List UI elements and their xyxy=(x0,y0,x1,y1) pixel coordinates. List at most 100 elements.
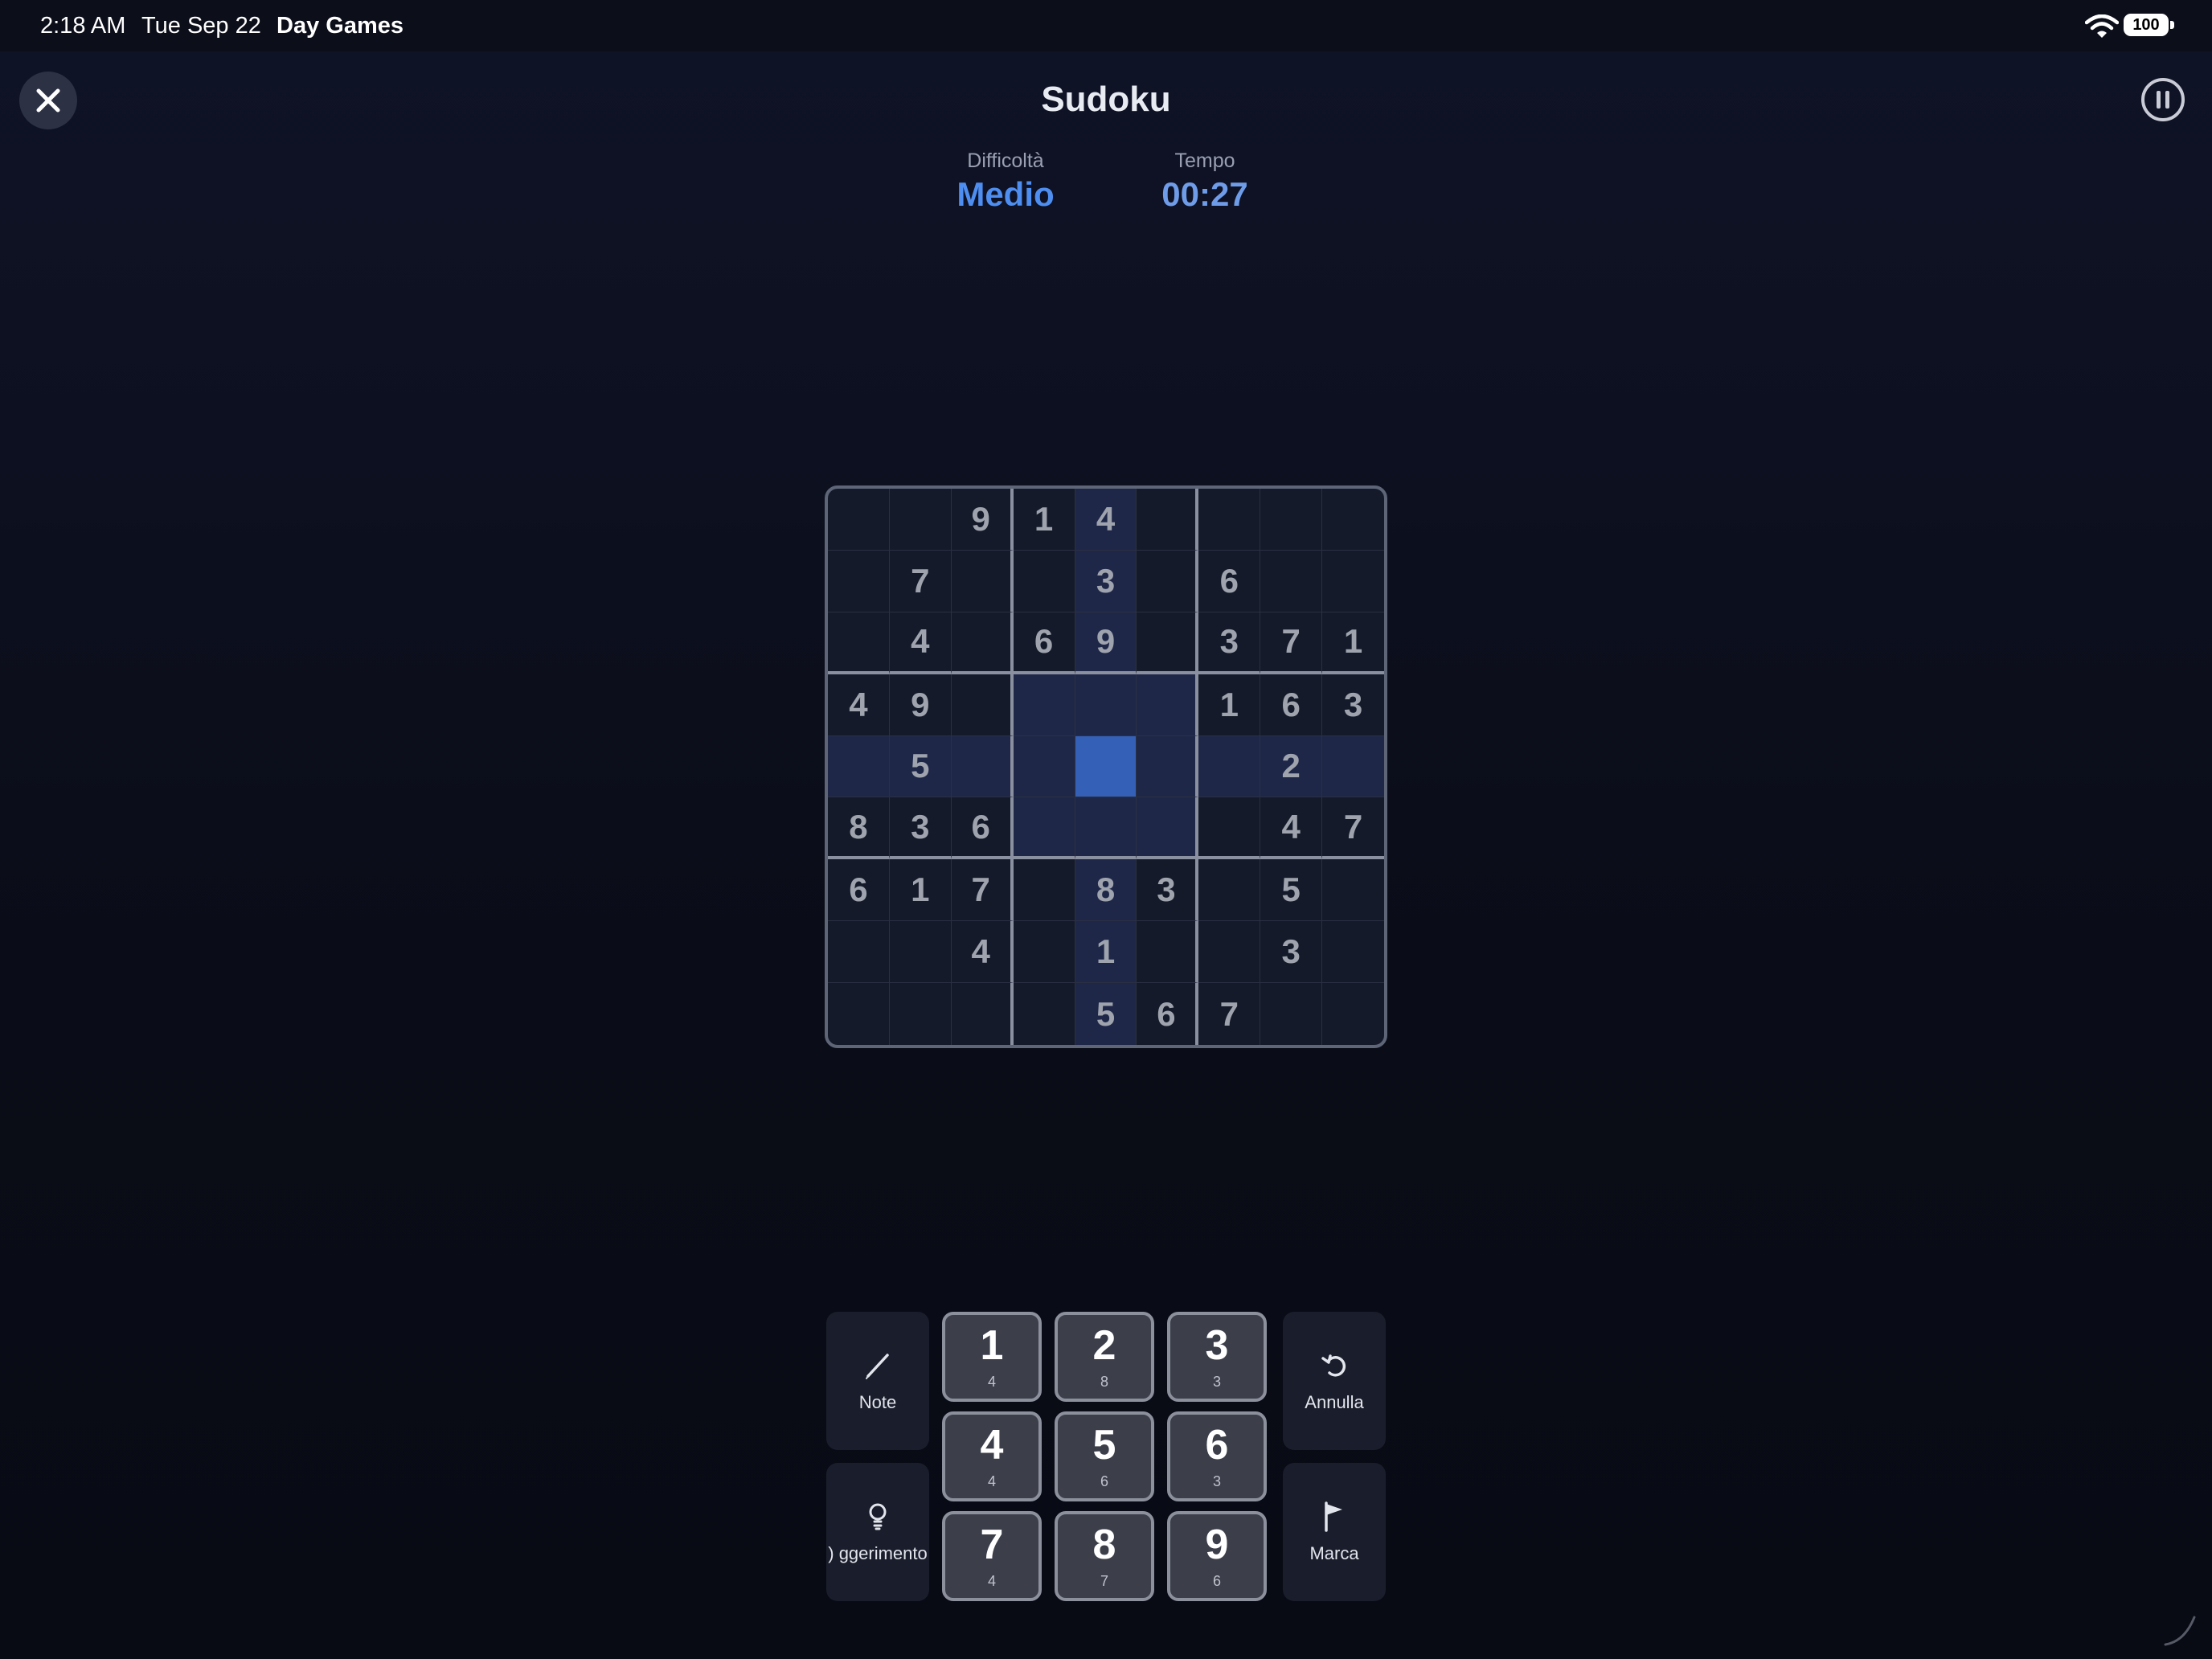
board-cell[interactable] xyxy=(951,550,1014,612)
number-button-8[interactable]: 87 xyxy=(1055,1511,1154,1601)
board-cell[interactable] xyxy=(1137,797,1199,860)
board-cell[interactable] xyxy=(1322,921,1384,984)
board-cell[interactable] xyxy=(828,489,890,551)
board-cell[interactable] xyxy=(951,612,1014,674)
board-cell[interactable]: 9 xyxy=(1075,612,1137,674)
board-cell[interactable]: 4 xyxy=(1260,797,1323,860)
board-cell[interactable] xyxy=(1260,489,1323,551)
board-cell[interactable] xyxy=(1322,489,1384,551)
board-cell[interactable] xyxy=(828,921,890,984)
board-cell[interactable]: 4 xyxy=(828,674,890,736)
board-cell[interactable]: 4 xyxy=(951,921,1014,984)
board-cell[interactable]: 8 xyxy=(828,797,890,860)
board-cell[interactable] xyxy=(1198,921,1261,984)
board-cell[interactable] xyxy=(1013,921,1075,984)
board-cell[interactable] xyxy=(1075,797,1137,860)
board-cell[interactable]: 9 xyxy=(951,489,1014,551)
board-cell[interactable]: 1 xyxy=(1322,612,1384,674)
board-cell[interactable] xyxy=(951,674,1014,736)
board-cell[interactable]: 6 xyxy=(1013,612,1075,674)
board-cell[interactable] xyxy=(1013,859,1075,922)
board-cell[interactable]: 5 xyxy=(889,735,952,798)
board-cell[interactable]: 4 xyxy=(1075,489,1137,551)
board-cell[interactable] xyxy=(1075,674,1137,736)
time-label: Tempo xyxy=(1174,150,1235,172)
board-cell[interactable] xyxy=(1013,735,1075,798)
board-cell[interactable] xyxy=(951,735,1014,798)
board-cell[interactable]: 4 xyxy=(889,612,952,674)
board-cell[interactable]: 6 xyxy=(951,797,1014,860)
board-cell[interactable]: 3 xyxy=(1260,921,1323,984)
board-cell[interactable] xyxy=(1198,797,1261,860)
board-cell[interactable] xyxy=(1137,489,1199,551)
board-cell[interactable] xyxy=(1322,735,1384,798)
board-cell[interactable]: 1 xyxy=(1198,674,1261,736)
board-cell[interactable] xyxy=(889,921,952,984)
number-button-4[interactable]: 44 xyxy=(942,1411,1042,1501)
board-cell[interactable] xyxy=(1013,674,1075,736)
board-cell[interactable] xyxy=(828,983,890,1045)
mark-button[interactable]: Marca xyxy=(1283,1463,1386,1601)
board-cell[interactable]: 7 xyxy=(1322,797,1384,860)
board-cell[interactable] xyxy=(828,735,890,798)
board-cell[interactable]: 1 xyxy=(889,859,952,922)
board-cell[interactable]: 8 xyxy=(1075,859,1137,922)
number-button-1[interactable]: 14 xyxy=(942,1312,1042,1402)
board-cell[interactable]: 7 xyxy=(1198,983,1261,1045)
board-cell[interactable]: 3 xyxy=(889,797,952,860)
board-cell[interactable] xyxy=(1198,489,1261,551)
board-cell[interactable] xyxy=(1137,921,1199,984)
board-cell[interactable] xyxy=(952,983,1014,1045)
board-cell[interactable] xyxy=(1198,735,1261,798)
board-cell[interactable]: 1 xyxy=(1075,921,1137,984)
board-cell[interactable]: 7 xyxy=(889,550,952,612)
board-cell[interactable] xyxy=(1013,550,1075,612)
board-cell[interactable] xyxy=(1198,859,1261,922)
board-cell[interactable]: 6 xyxy=(1260,674,1323,736)
board-cell[interactable]: 3 xyxy=(1137,859,1199,922)
number-button-9[interactable]: 96 xyxy=(1167,1511,1267,1601)
note-button[interactable]: Note xyxy=(826,1312,929,1450)
number-button-5[interactable]: 56 xyxy=(1055,1411,1154,1501)
board-cell[interactable]: 1 xyxy=(1013,489,1075,551)
board-cell[interactable] xyxy=(1137,674,1199,736)
board-cell[interactable] xyxy=(1260,550,1323,612)
board-cell[interactable] xyxy=(1322,859,1384,922)
board-cell[interactable] xyxy=(1137,612,1199,674)
board-cell[interactable] xyxy=(1322,551,1384,612)
number-button-7[interactable]: 74 xyxy=(942,1511,1042,1601)
pause-button[interactable] xyxy=(2140,77,2185,122)
close-button[interactable] xyxy=(19,72,77,129)
hint-button[interactable]: ggerimento ( xyxy=(826,1463,929,1601)
board-cell[interactable]: 2 xyxy=(1260,735,1323,798)
number-button-3[interactable]: 33 xyxy=(1167,1312,1267,1402)
board-cell[interactable] xyxy=(1260,983,1323,1045)
board-cell[interactable] xyxy=(890,983,952,1045)
number-button-2[interactable]: 28 xyxy=(1055,1312,1154,1402)
board-cell[interactable]: 3 xyxy=(1075,550,1137,612)
number-button-6[interactable]: 63 xyxy=(1167,1411,1267,1501)
board-cell[interactable] xyxy=(1137,735,1199,798)
board-cell[interactable]: 3 xyxy=(1198,612,1261,674)
number-digit: 9 xyxy=(1205,1522,1229,1568)
board-cell[interactable] xyxy=(1075,735,1137,798)
status-time: 2:18 AM xyxy=(40,13,126,39)
board-cell[interactable]: 6 xyxy=(1198,550,1261,612)
board-cell[interactable] xyxy=(828,612,890,674)
board-cell[interactable]: 7 xyxy=(951,859,1014,922)
board-cell[interactable] xyxy=(1137,550,1199,612)
board-cell[interactable] xyxy=(828,550,890,612)
board-cell[interactable] xyxy=(1013,797,1075,860)
board-cell[interactable] xyxy=(889,489,952,551)
board-cell[interactable] xyxy=(1014,983,1075,1045)
undo-button[interactable]: Annulla xyxy=(1283,1312,1386,1450)
sudoku-board: 914736469371491635283647617835413567 xyxy=(825,485,1387,1048)
board-cell[interactable]: 6 xyxy=(828,859,890,922)
board-cell[interactable]: 7 xyxy=(1260,612,1323,674)
board-cell[interactable]: 9 xyxy=(889,674,952,736)
board-cell[interactable]: 5 xyxy=(1260,859,1323,922)
board-cell[interactable] xyxy=(1322,983,1384,1045)
board-cell[interactable]: 6 xyxy=(1137,983,1199,1045)
board-cell[interactable]: 5 xyxy=(1075,983,1137,1045)
board-cell[interactable]: 3 xyxy=(1322,674,1384,736)
